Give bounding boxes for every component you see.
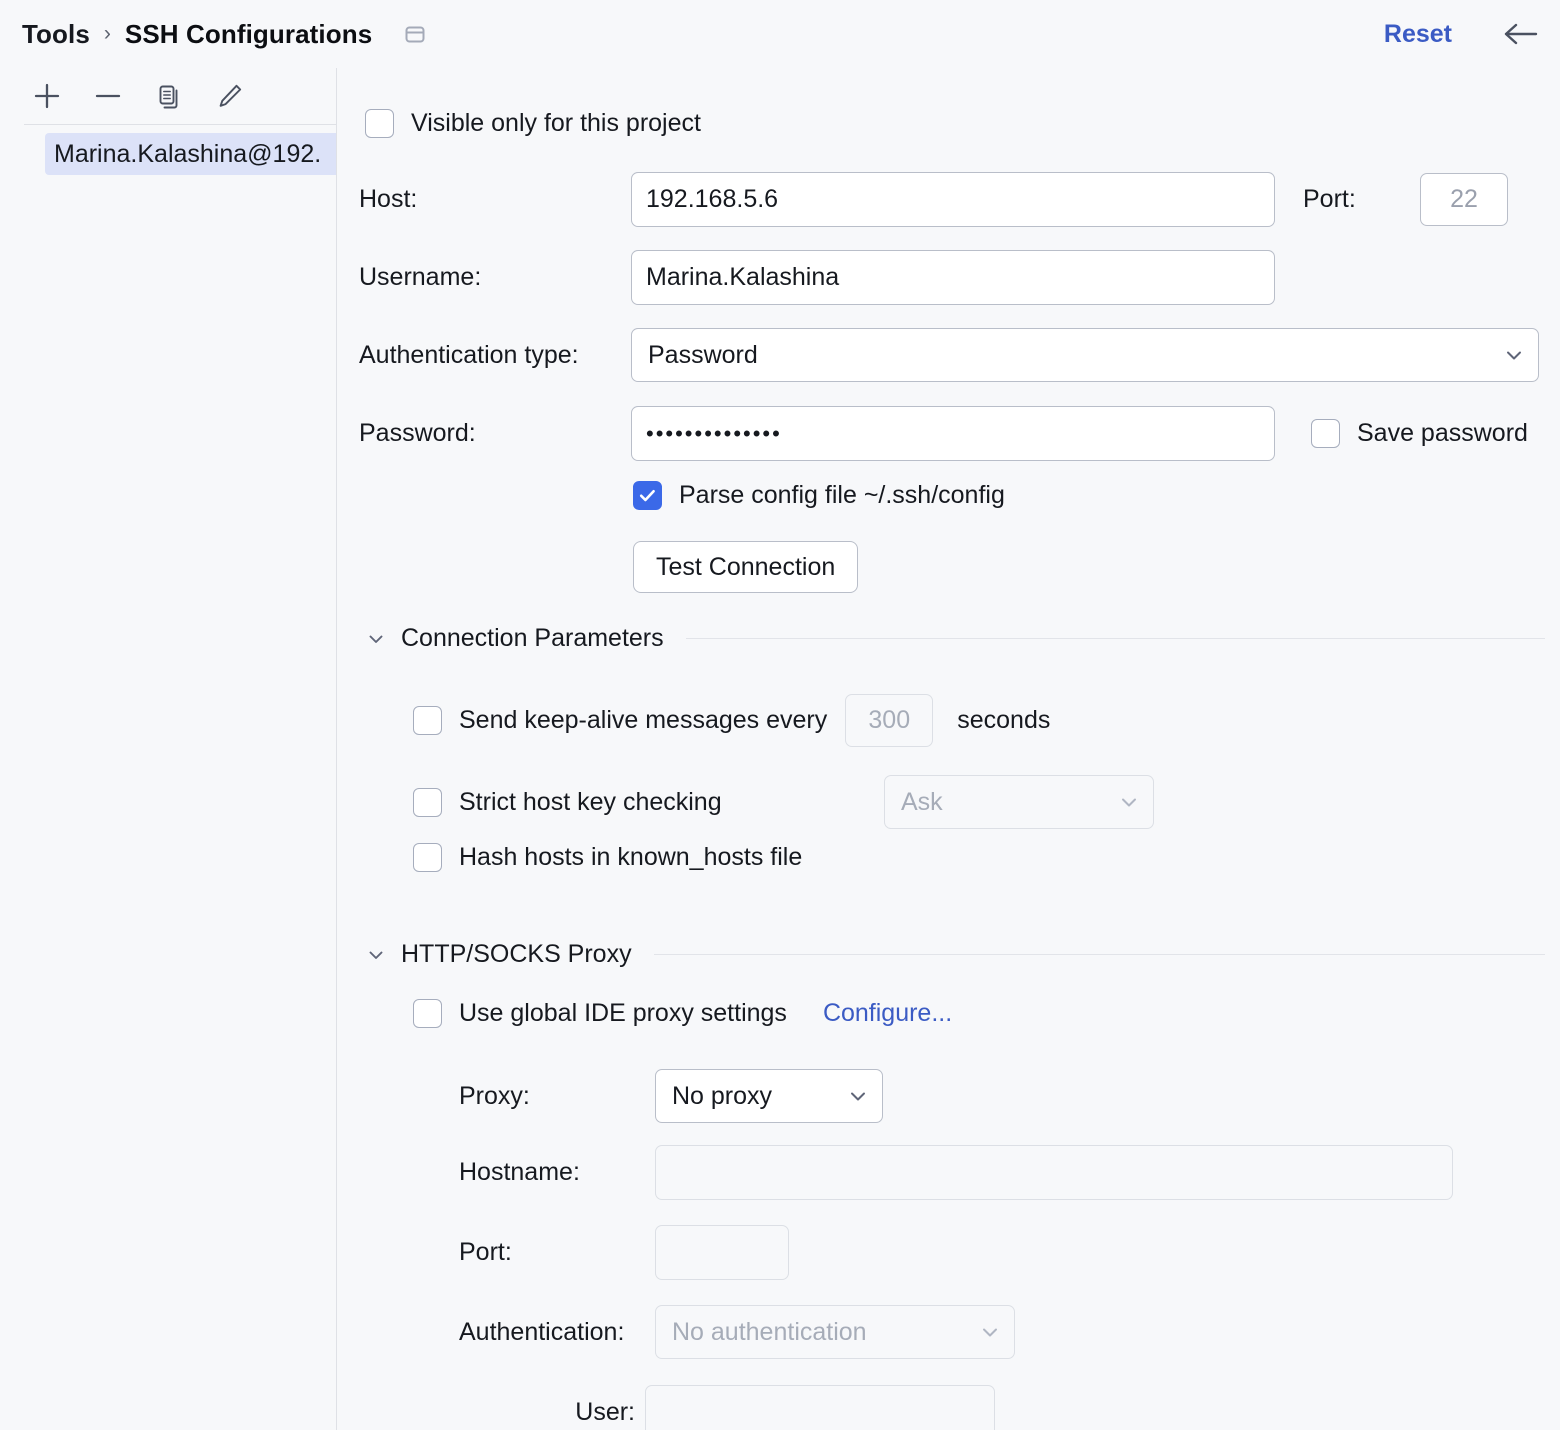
proxy-port-input[interactable] xyxy=(655,1225,789,1280)
hash-hosts-row: Hash hosts in known_hosts file xyxy=(413,843,802,872)
strict-host-key-label: Strict host key checking xyxy=(459,788,884,817)
page-header: Tools › SSH Configurations Reset xyxy=(0,0,1560,68)
section-divider xyxy=(686,638,1545,639)
keep-alive-suffix-label: seconds xyxy=(957,706,1050,735)
username-label: Username: xyxy=(359,263,631,292)
strict-host-key-value: Ask xyxy=(901,788,943,817)
use-global-proxy-row: Use global IDE proxy settings Configure.… xyxy=(413,999,952,1028)
proxy-type-value: No proxy xyxy=(672,1082,772,1111)
password-input[interactable]: •••••••••••••• xyxy=(631,406,1275,461)
chevron-down-icon xyxy=(1117,790,1141,814)
proxy-hostname-label: Hostname: xyxy=(459,1158,655,1187)
host-row: Host: 192.168.5.6 Port: 22 xyxy=(359,172,1508,227)
reset-button[interactable]: Reset xyxy=(1384,20,1452,49)
proxy-port-row: Port: xyxy=(459,1225,789,1280)
minus-icon[interactable] xyxy=(91,79,125,113)
keep-alive-checkbox[interactable] xyxy=(413,706,442,735)
save-password-label: Save password xyxy=(1357,419,1528,448)
proxy-user-row: User: xyxy=(459,1385,995,1430)
connection-parameters-section-header: Connection Parameters xyxy=(365,624,1545,653)
port-input[interactable]: 22 xyxy=(1420,173,1508,226)
proxy-authentication-select[interactable]: No authentication xyxy=(655,1305,1015,1359)
keep-alive-row: Send keep-alive messages every 300 secon… xyxy=(413,694,1050,747)
sidebar-toolbar xyxy=(0,68,336,124)
authentication-type-select[interactable]: Password xyxy=(631,328,1539,382)
proxy-authentication-label: Authentication: xyxy=(459,1318,655,1347)
page-title: SSH Configurations xyxy=(125,19,372,50)
test-connection-button[interactable]: Test Connection xyxy=(633,541,858,593)
port-label: Port: xyxy=(1303,185,1420,214)
ssh-configuration-list: Marina.Kalashina@192. xyxy=(0,125,336,175)
back-arrow-icon[interactable] xyxy=(1498,19,1542,49)
chevron-down-icon[interactable] xyxy=(365,944,387,966)
username-row: Username: Marina.Kalashina xyxy=(359,250,1275,305)
list-item[interactable]: Marina.Kalashina@192. xyxy=(45,133,336,175)
header-actions: Reset xyxy=(1384,0,1542,68)
parse-config-row: Parse config file ~/.ssh/config xyxy=(633,481,1005,510)
configuration-form: Visible only for this project Host: 192.… xyxy=(337,68,1560,1430)
authentication-type-row: Authentication type: Password xyxy=(359,328,1539,382)
visible-only-row: Visible only for this project xyxy=(365,109,701,138)
keep-alive-input[interactable]: 300 xyxy=(845,694,933,747)
host-label: Host: xyxy=(359,185,631,214)
visible-only-checkbox[interactable] xyxy=(365,109,394,138)
window-icon xyxy=(402,21,428,47)
proxy-authentication-value: No authentication xyxy=(672,1318,867,1347)
sidebar: Marina.Kalashina@192. xyxy=(0,68,337,1430)
chevron-down-icon xyxy=(846,1084,870,1108)
breadcrumb: Tools › SSH Configurations xyxy=(22,19,428,50)
breadcrumb-root[interactable]: Tools xyxy=(22,19,90,50)
plus-icon[interactable] xyxy=(30,79,64,113)
configure-proxy-link[interactable]: Configure... xyxy=(823,999,952,1028)
strict-host-key-select[interactable]: Ask xyxy=(884,775,1154,829)
chevron-down-icon xyxy=(1502,343,1526,367)
password-label: Password: xyxy=(359,419,631,448)
proxy-hostname-input[interactable] xyxy=(655,1145,1453,1200)
list-item-label: Marina.Kalashina@192. xyxy=(54,140,321,169)
parse-config-label: Parse config file ~/.ssh/config xyxy=(679,481,1005,510)
proxy-section-header: HTTP/SOCKS Proxy xyxy=(365,940,1545,969)
proxy-title: HTTP/SOCKS Proxy xyxy=(401,940,632,969)
authentication-type-value: Password xyxy=(648,341,758,370)
proxy-type-select[interactable]: No proxy xyxy=(655,1069,883,1123)
strict-host-key-row: Strict host key checking Ask xyxy=(413,775,1154,829)
username-input[interactable]: Marina.Kalashina xyxy=(631,250,1275,305)
pencil-icon[interactable] xyxy=(213,79,247,113)
proxy-hostname-row: Hostname: xyxy=(459,1145,1453,1200)
page-body: Marina.Kalashina@192. Visible only for t… xyxy=(0,68,1560,1430)
parse-config-checkbox[interactable] xyxy=(633,481,662,510)
hash-hosts-label: Hash hosts in known_hosts file xyxy=(459,843,802,872)
proxy-type-row: Proxy: No proxy xyxy=(459,1069,883,1123)
test-connection-row: Test Connection xyxy=(633,541,858,593)
save-password-checkbox[interactable] xyxy=(1311,419,1340,448)
connection-parameters-title: Connection Parameters xyxy=(401,624,664,653)
visible-only-label: Visible only for this project xyxy=(411,109,701,138)
proxy-type-label: Proxy: xyxy=(459,1082,655,1111)
chevron-down-icon xyxy=(978,1320,1002,1344)
hash-hosts-checkbox[interactable] xyxy=(413,843,442,872)
chevron-down-icon[interactable] xyxy=(365,628,387,650)
section-divider xyxy=(654,954,1545,955)
proxy-authentication-row: Authentication: No authentication xyxy=(459,1305,1015,1359)
proxy-user-label: User: xyxy=(459,1398,645,1427)
use-global-proxy-checkbox[interactable] xyxy=(413,999,442,1028)
breadcrumb-separator-icon: › xyxy=(103,22,112,46)
proxy-user-input[interactable] xyxy=(645,1385,995,1430)
authentication-type-label: Authentication type: xyxy=(359,341,631,370)
copy-icon[interactable] xyxy=(152,79,186,113)
proxy-port-label: Port: xyxy=(459,1238,655,1267)
strict-host-key-checkbox[interactable] xyxy=(413,788,442,817)
host-input[interactable]: 192.168.5.6 xyxy=(631,172,1275,227)
password-row: Password: •••••••••••••• Save password xyxy=(359,406,1528,461)
keep-alive-label: Send keep-alive messages every xyxy=(459,706,827,735)
use-global-proxy-label: Use global IDE proxy settings xyxy=(459,999,787,1028)
